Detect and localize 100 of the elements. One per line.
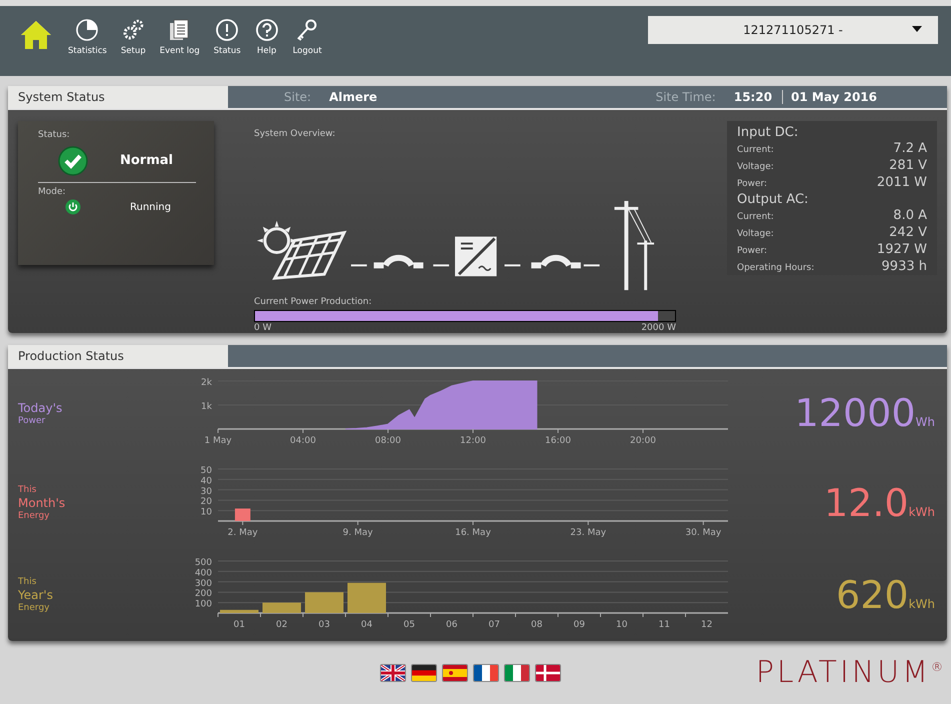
mode-label: Mode: bbox=[38, 182, 196, 197]
axis-label: 12:00 bbox=[460, 436, 486, 446]
row-subtitle: Energy bbox=[18, 511, 51, 521]
metric-label: Voltage: bbox=[737, 161, 774, 174]
flag-icon[interactable] bbox=[504, 664, 530, 682]
gears-icon bbox=[121, 18, 146, 42]
bar bbox=[262, 602, 301, 613]
metrics-heading: Input DC: bbox=[737, 125, 800, 141]
bar bbox=[220, 610, 258, 613]
panel-title: System Status bbox=[8, 86, 228, 108]
mode-value: Running bbox=[130, 202, 171, 212]
metric-label: Current: bbox=[737, 211, 774, 224]
label-prefix: This bbox=[18, 577, 38, 587]
axis-label: 04:00 bbox=[290, 436, 316, 446]
axis-label: 9. May bbox=[342, 528, 373, 538]
nav-button[interactable]: Statistics bbox=[68, 18, 107, 56]
axis-label: 09 bbox=[574, 620, 585, 630]
status-value: Normal bbox=[120, 152, 173, 168]
label-prefix: This bbox=[18, 485, 38, 495]
axis-label: 03 bbox=[318, 620, 330, 630]
metric-value: 281 V bbox=[889, 158, 927, 173]
check-icon bbox=[58, 146, 88, 176]
site-time: 15:20 bbox=[734, 90, 772, 104]
flag-icon[interactable] bbox=[473, 664, 499, 682]
metric-value: 9933 h bbox=[882, 259, 927, 274]
axis-label: 12 bbox=[701, 620, 712, 630]
flag-icon[interactable] bbox=[380, 664, 406, 682]
axis-label: 2k bbox=[201, 378, 212, 388]
nav-button[interactable]: Logout bbox=[292, 18, 322, 56]
axis-label: 500 bbox=[194, 558, 212, 568]
row-title: Year's bbox=[18, 587, 54, 603]
axis-label: 10 bbox=[200, 508, 212, 518]
axis-label: 50 bbox=[200, 466, 212, 476]
flag-icon[interactable] bbox=[535, 664, 561, 682]
power-icon bbox=[65, 199, 81, 215]
axis-label: 20:00 bbox=[630, 436, 656, 446]
axis-label: 30. May bbox=[685, 528, 722, 538]
bar bbox=[234, 508, 250, 521]
nav-button[interactable]: Status bbox=[214, 18, 241, 56]
axis-label: 20 bbox=[200, 497, 212, 508]
nav-button[interactable]: Help bbox=[254, 18, 279, 56]
metric-value: 242 V bbox=[889, 225, 927, 240]
bar bbox=[305, 592, 344, 613]
axis-label: 05 bbox=[404, 620, 415, 630]
axis-label: 02 bbox=[276, 620, 288, 630]
metric-label: Operating Hours: bbox=[737, 262, 814, 275]
metric-value: 2011 W bbox=[876, 175, 927, 190]
axis-label: 1k bbox=[201, 402, 212, 412]
total-value: 12000 bbox=[794, 391, 916, 435]
caret-icon bbox=[912, 26, 922, 32]
metric-label: Power: bbox=[737, 245, 768, 258]
axis-label: 04 bbox=[361, 620, 372, 630]
axis-label: 10 bbox=[616, 620, 628, 630]
panel-title: Production Status bbox=[8, 345, 228, 367]
row-subtitle: Energy bbox=[18, 603, 51, 613]
axis-label: 07 bbox=[488, 620, 500, 630]
row-title: Today's bbox=[18, 400, 64, 416]
metric-label: Power: bbox=[737, 178, 768, 191]
pie-chart-icon bbox=[75, 18, 100, 42]
nav-button[interactable]: Setup bbox=[120, 18, 146, 56]
axis-label: 01 bbox=[234, 620, 245, 630]
metric-value: 1927 W bbox=[876, 242, 927, 257]
row-title: Month's bbox=[18, 495, 66, 511]
axis-label: 100 bbox=[194, 600, 212, 610]
help-icon bbox=[254, 18, 279, 42]
axis-label: 400 bbox=[194, 568, 212, 578]
axis-label: 06 bbox=[446, 620, 458, 630]
metrics-heading: Output AC: bbox=[737, 192, 810, 208]
brand-logo: PLATINUM$^{®}$ bbox=[756, 655, 943, 690]
scale-max: 2000 W bbox=[641, 323, 676, 333]
site-name: Almere bbox=[329, 90, 378, 104]
axis-label: 23. May bbox=[570, 528, 606, 538]
bar bbox=[348, 582, 386, 613]
key-icon bbox=[295, 18, 320, 42]
flag-icon[interactable] bbox=[411, 664, 437, 682]
site-date: 01 May 2016 bbox=[782, 90, 877, 104]
metric-label: Voltage: bbox=[737, 228, 774, 241]
total-value: 620 bbox=[836, 573, 909, 617]
axis-label: 16:00 bbox=[545, 436, 571, 446]
axis-label: 11 bbox=[658, 620, 670, 630]
axis-label: 2. May bbox=[228, 528, 258, 538]
axis-label: 40 bbox=[200, 476, 212, 486]
nav-button[interactable]: Event log bbox=[160, 18, 200, 56]
axis-label: 30 bbox=[200, 486, 212, 497]
axis-label: 200 bbox=[194, 589, 212, 600]
metric-value: 7.2 A bbox=[893, 141, 927, 156]
total-unit: kWh bbox=[908, 505, 935, 519]
row-subtitle: Power bbox=[18, 416, 46, 426]
axis-label: 08:00 bbox=[375, 436, 401, 446]
exclamation-icon bbox=[215, 18, 240, 42]
metric-value: 8.0 A bbox=[893, 208, 927, 223]
total-unit: Wh bbox=[916, 415, 935, 429]
axis-label: 08 bbox=[531, 620, 542, 630]
total-value: 12.0 bbox=[824, 481, 909, 525]
device-dropdown[interactable]: 121271105271 - bbox=[648, 16, 938, 44]
status-label: Status: bbox=[38, 130, 71, 140]
axis-label: 300 bbox=[194, 578, 212, 589]
production-label: Current Power Production: bbox=[254, 297, 373, 308]
scale-min: 0 W bbox=[254, 323, 272, 333]
site-time-label: Site Time: bbox=[656, 90, 716, 104]
